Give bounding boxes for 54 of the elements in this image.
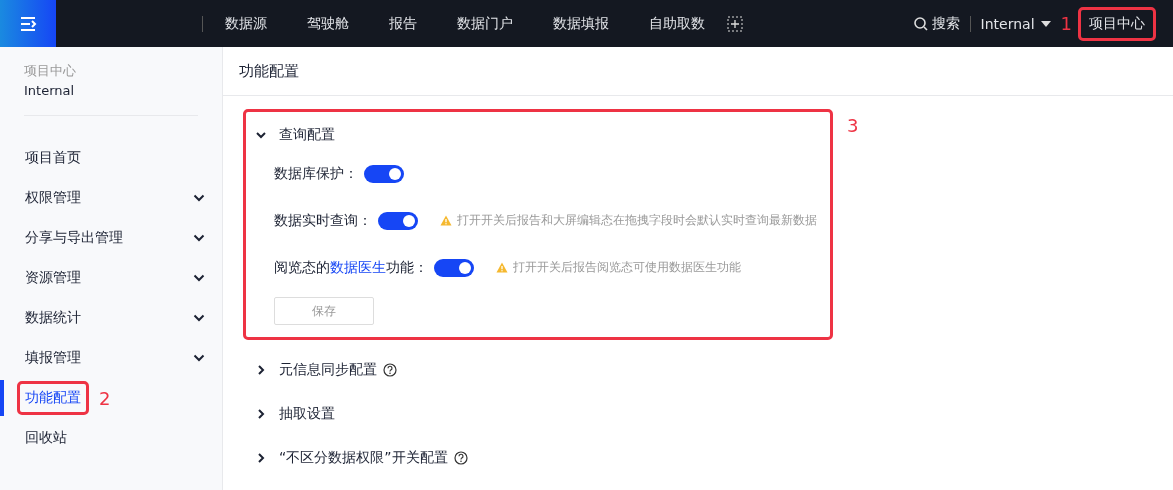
add-icon[interactable] bbox=[727, 15, 743, 32]
menu-button[interactable] bbox=[0, 0, 56, 47]
section-title[interactable]: “不区分数据权限”开关配置 bbox=[279, 449, 448, 467]
setting-label: 数据库保护： bbox=[274, 164, 358, 183]
search-icon bbox=[913, 16, 928, 31]
data-doctor-link[interactable]: 数据医生 bbox=[330, 258, 386, 275]
menu-icon bbox=[19, 15, 37, 32]
sidebar-item[interactable]: 资源管理 bbox=[17, 261, 89, 295]
chevron-down-icon[interactable] bbox=[193, 194, 205, 202]
chevron-right-icon[interactable] bbox=[256, 365, 266, 375]
setting-label: 阅览态的数据医生功能： bbox=[274, 258, 428, 277]
sidebar-item[interactable]: 填报管理 bbox=[17, 341, 89, 375]
toggle-switch[interactable] bbox=[378, 211, 418, 230]
sidebar-item[interactable]: 项目首页 bbox=[17, 141, 89, 175]
warning-icon bbox=[440, 215, 452, 226]
toggle-switch[interactable] bbox=[364, 164, 404, 183]
search-link[interactable]: 搜索 bbox=[913, 14, 960, 33]
sidebar-item[interactable]: 权限管理 bbox=[17, 181, 89, 215]
nav-link[interactable]: 报告 bbox=[389, 14, 417, 33]
nav-link[interactable]: 数据填报 bbox=[553, 14, 609, 33]
workspace-name: Internal bbox=[24, 83, 76, 98]
chevron-right-icon[interactable] bbox=[256, 409, 266, 419]
warning-icon bbox=[496, 262, 508, 273]
chevron-right-icon[interactable] bbox=[256, 453, 266, 463]
sidebar-item[interactable]: 数据统计 bbox=[17, 301, 89, 335]
annotation-number: 2 bbox=[99, 387, 111, 409]
section-title[interactable]: 元信息同步配置 bbox=[279, 361, 377, 379]
nav-link[interactable]: 数据源 bbox=[225, 14, 267, 33]
caret-down-icon bbox=[1040, 20, 1051, 27]
chevron-down-icon[interactable] bbox=[193, 274, 205, 282]
chevron-down-icon[interactable] bbox=[193, 234, 205, 242]
sidebar-caption: 项目中心 bbox=[24, 62, 77, 80]
workspace-dropdown[interactable]: Internal bbox=[980, 15, 1051, 32]
chevron-down-icon[interactable] bbox=[193, 354, 205, 362]
hint-text: 打开开关后报告和大屏编辑态在拖拽字段时会默认实时查询最新数据 bbox=[457, 212, 817, 229]
setting-label: 数据实时查询： bbox=[274, 211, 372, 230]
sidebar-item[interactable]: 功能配置 bbox=[17, 381, 89, 415]
section-title[interactable]: 抽取设置 bbox=[279, 405, 335, 423]
hint-text: 打开开关后报告阅览态可使用数据医生功能 bbox=[513, 259, 741, 276]
sidebar-item[interactable]: 回收站 bbox=[17, 421, 75, 455]
annotation-number: 1 bbox=[1060, 13, 1072, 34]
sidebar-item[interactable]: 分享与导出管理 bbox=[17, 221, 131, 255]
toggle-switch[interactable] bbox=[434, 258, 474, 277]
annotation-number: 3 bbox=[847, 115, 859, 136]
nav-link[interactable]: 自助取数 bbox=[649, 14, 705, 33]
nav-link[interactable]: 驾驶舱 bbox=[307, 14, 349, 33]
help-icon[interactable] bbox=[383, 363, 397, 377]
chevron-down-icon[interactable] bbox=[256, 130, 266, 140]
page-title: 功能配置 bbox=[223, 47, 1173, 96]
section-title[interactable]: 查询配置 bbox=[279, 126, 335, 144]
nav-link[interactable]: 数据门户 bbox=[457, 14, 513, 33]
chevron-down-icon[interactable] bbox=[193, 314, 205, 322]
project-center-button[interactable]: 项目中心 bbox=[1078, 6, 1156, 41]
help-icon[interactable] bbox=[453, 451, 468, 465]
